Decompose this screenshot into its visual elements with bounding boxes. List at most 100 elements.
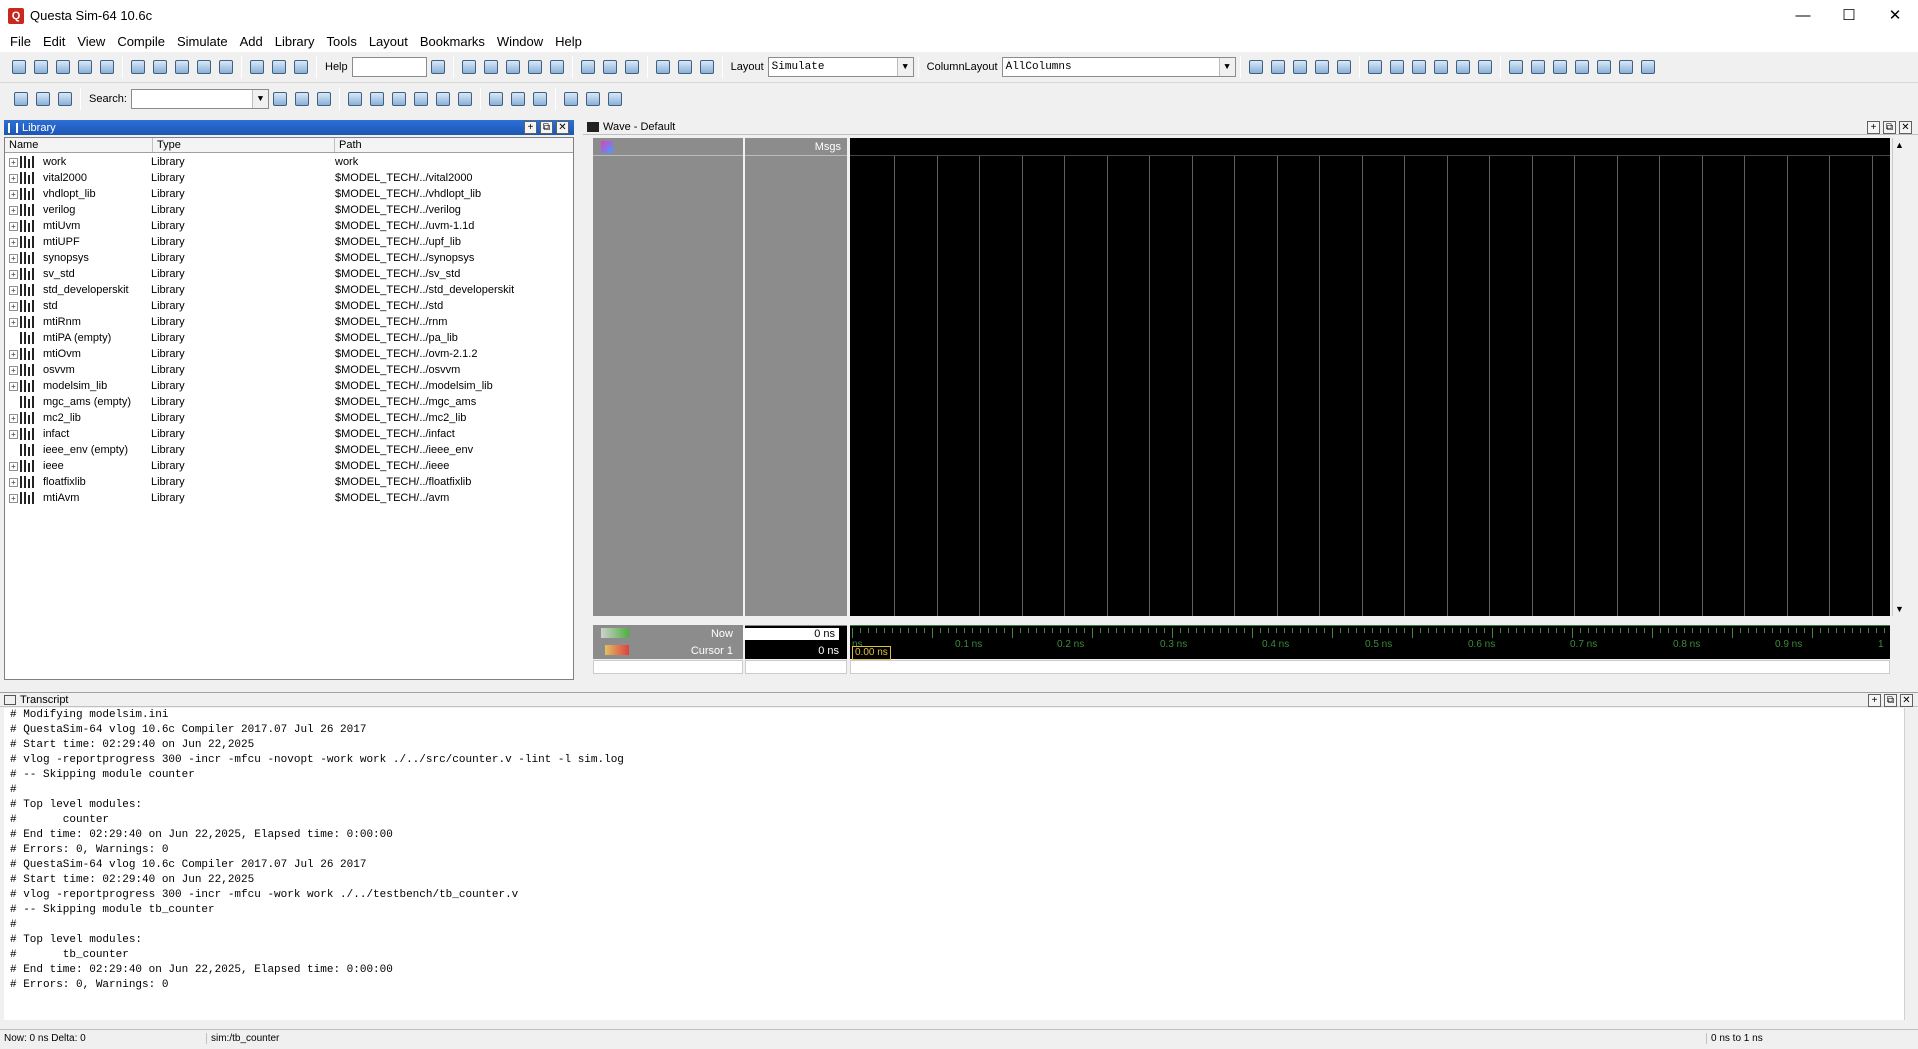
menu-library[interactable]: Library <box>269 34 321 49</box>
help-search-icon[interactable] <box>429 58 447 76</box>
wave-add-icon[interactable] <box>1247 58 1265 76</box>
menu-view[interactable]: View <box>71 34 111 49</box>
find-icon[interactable] <box>270 58 288 76</box>
zoom-mode-icon[interactable] <box>1388 58 1406 76</box>
close-button[interactable]: ✕ <box>1872 0 1918 31</box>
library-row[interactable]: + std Library $MODEL_TECH/../std <box>5 298 573 314</box>
copy-icon[interactable] <box>151 58 169 76</box>
wave-signal-values[interactable] <box>745 138 847 616</box>
expand-toggle-icon[interactable]: + <box>9 253 18 263</box>
names-hscroll[interactable] <box>593 660 743 674</box>
expand-toggle-icon[interactable]: + <box>9 221 18 231</box>
search-input[interactable]: ▼ <box>130 88 269 109</box>
expand-toggle-icon[interactable]: + <box>9 173 18 183</box>
layout-select[interactable]: Simulate ▼ <box>767 57 914 77</box>
select-mode-icon[interactable] <box>1366 58 1384 76</box>
library-row[interactable]: + infact Library $MODEL_TECH/../infact <box>5 426 573 442</box>
expand-toggle-icon[interactable]: + <box>9 429 18 439</box>
wave-vertical-scrollbar[interactable]: ▲ ▼ <box>1892 138 1906 616</box>
step-forward-icon[interactable] <box>676 58 694 76</box>
expand-toggle-icon[interactable]: + <box>9 349 18 359</box>
redo-icon[interactable] <box>217 58 235 76</box>
column-layout-select[interactable]: AllColumns ▼ <box>1001 57 1236 77</box>
library-row[interactable]: + ieee Library $MODEL_TECH/../ieee <box>5 458 573 474</box>
wave-block-icon[interactable] <box>562 90 580 108</box>
insert-cursor-icon[interactable] <box>1507 58 1525 76</box>
menu-compile[interactable]: Compile <box>111 34 171 49</box>
library-row[interactable]: + mc2_lib Library $MODEL_TECH/../mc2_lib <box>5 410 573 426</box>
step-icon[interactable] <box>579 58 597 76</box>
cursor-lock-icon[interactable] <box>605 645 629 655</box>
panel-undock-button[interactable]: ⧉ <box>540 121 553 134</box>
library-row[interactable]: + sv_std Library $MODEL_TECH/../sv_std <box>5 266 573 282</box>
library-row[interactable]: mgc_ams (empty) Library $MODEL_TECH/../mgc… <box>5 394 573 410</box>
step-over-icon[interactable] <box>601 58 619 76</box>
menu-tools[interactable]: Tools <box>320 34 362 49</box>
library-row[interactable]: + mtiAvm Library $MODEL_TECH/../avm <box>5 490 573 506</box>
library-row[interactable]: mtiPA (empty) Library $MODEL_TECH/../pa_li… <box>5 330 573 346</box>
wave-insert-icon[interactable] <box>1313 58 1331 76</box>
library-row[interactable]: ieee_env (empty) Library $MODEL_TECH/../ie… <box>5 442 573 458</box>
library-row[interactable]: + verilog Library $MODEL_TECH/../verilog <box>5 202 573 218</box>
transcript-panel[interactable]: # Modifying modelsim.ini # QuestaSim-64 v… <box>4 708 1918 1020</box>
expand-toggle-icon[interactable]: + <box>9 413 18 423</box>
expand-toggle-icon[interactable]: + <box>9 269 18 279</box>
search-binoculars-icon[interactable] <box>271 90 289 108</box>
panel-close-button[interactable]: ✕ <box>556 121 569 134</box>
scroll-down-arrow[interactable]: ▼ <box>1893 602 1906 616</box>
open-folder-icon[interactable] <box>32 58 50 76</box>
zoom-region-icon[interactable] <box>456 90 474 108</box>
menu-simulate[interactable]: Simulate <box>171 34 234 49</box>
dataflow-icon[interactable] <box>1476 58 1494 76</box>
wave-edit-icon[interactable] <box>1269 58 1287 76</box>
expand-toggle-icon[interactable]: + <box>9 157 18 167</box>
search-options-icon[interactable] <box>293 90 311 108</box>
chevron-down-icon[interactable]: ▼ <box>896 58 913 76</box>
panel-add-button[interactable]: + <box>1868 694 1881 707</box>
library-row[interactable]: + vital2000 Library $MODEL_TECH/../vital200… <box>5 170 573 186</box>
event-mode-icon[interactable] <box>1454 58 1472 76</box>
library-row[interactable]: + osvvm Library $MODEL_TECH/../osvvm <box>5 362 573 378</box>
transcript-vertical-scrollbar[interactable] <box>1904 708 1918 1020</box>
stop-icon[interactable] <box>548 58 566 76</box>
break-icon[interactable] <box>526 58 544 76</box>
zoom-cursor-left-icon[interactable] <box>412 90 430 108</box>
wave-right-edge-icon[interactable] <box>606 90 624 108</box>
cursor-marker[interactable]: 0.00 ns <box>852 646 891 660</box>
wave-hscroll[interactable] <box>850 660 1890 674</box>
expand-toggle-icon[interactable]: + <box>9 477 18 487</box>
library-row[interactable]: + modelsim_lib Library $MODEL_TECH/../model… <box>5 378 573 394</box>
expand-toggle-icon[interactable]: + <box>9 205 18 215</box>
panel-undock-button[interactable]: ⧉ <box>1884 694 1897 707</box>
wave-horizontal-scrollbar[interactable] <box>593 660 1906 674</box>
expand-toggle-icon[interactable]: + <box>9 237 18 247</box>
wave-left-edge-icon[interactable] <box>584 90 602 108</box>
pan-mode-icon[interactable] <box>1410 58 1428 76</box>
step-down-icon[interactable] <box>654 58 672 76</box>
wave-format-icon[interactable] <box>531 90 549 108</box>
wave-group-icon[interactable] <box>1291 58 1309 76</box>
expand-toggle-icon[interactable]: + <box>9 301 18 311</box>
menu-file[interactable]: File <box>4 34 37 49</box>
undo-icon[interactable] <box>195 58 213 76</box>
panel-close-button[interactable]: ✕ <box>1900 694 1913 707</box>
cut-icon[interactable] <box>129 58 147 76</box>
search-clear-icon[interactable] <box>315 90 333 108</box>
menu-layout[interactable]: Layout <box>363 34 414 49</box>
library-row[interactable]: + work Library work <box>5 154 573 170</box>
expand-toggle-icon[interactable]: + <box>9 365 18 375</box>
library-row[interactable]: + synopsys Library $MODEL_TECH/../synopsys <box>5 250 573 266</box>
panel-add-button[interactable]: + <box>524 121 537 134</box>
maximize-button[interactable]: ☐ <box>1826 0 1872 31</box>
library-row[interactable]: + vhdlopt_lib Library $MODEL_TECH/../vhdlop… <box>5 186 573 202</box>
chevron-down-icon[interactable]: ▼ <box>1218 58 1235 76</box>
minimize-button[interactable]: — <box>1780 0 1826 31</box>
library-row[interactable]: + std_developerskit Library $MODEL_TECH/../… <box>5 282 573 298</box>
step-up-icon[interactable] <box>698 58 716 76</box>
edit-mode-icon[interactable] <box>1432 58 1450 76</box>
find-prev-edge-icon[interactable] <box>1551 58 1569 76</box>
expand-toggle-icon[interactable]: + <box>9 381 18 391</box>
wave-timeline[interactable]: ns 0.1 ns 0.2 ns 0.3 ns 0.4 ns 0.5 ns 0.6 ns 0.… <box>850 625 1890 660</box>
find-falling-edge-icon[interactable] <box>1595 58 1613 76</box>
cursor-add-icon[interactable] <box>601 628 629 638</box>
